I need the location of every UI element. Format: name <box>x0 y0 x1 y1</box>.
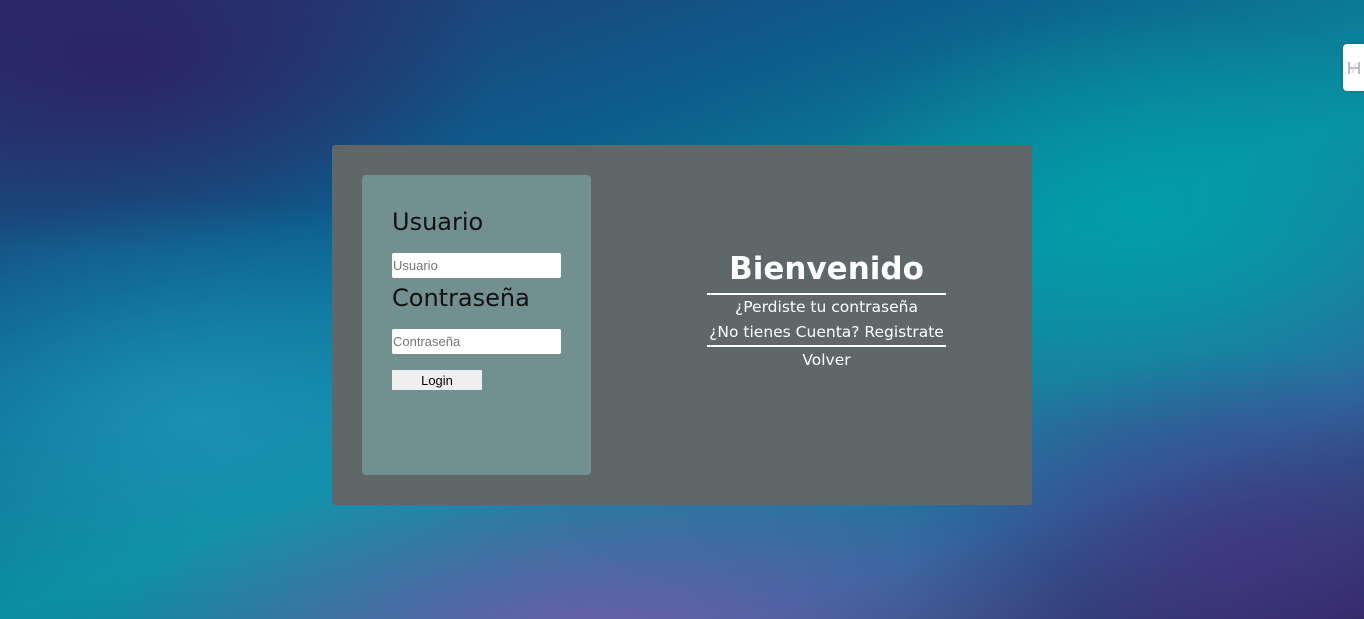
welcome-title: Bienvenido <box>729 251 924 287</box>
extension-side-tab[interactable] <box>1343 44 1364 91</box>
back-link[interactable]: Volver <box>707 347 946 373</box>
welcome-panel: Bienvenido ¿Perdiste tu contraseña ¿No t… <box>707 245 946 373</box>
password-label: Contraseña <box>392 284 530 312</box>
user-label: Usuario <box>392 208 484 236</box>
password-input[interactable] <box>392 329 561 354</box>
extension-tab-icon <box>1347 59 1361 77</box>
login-button[interactable]: Login <box>392 370 482 390</box>
forgot-password-link[interactable]: ¿Perdiste tu contraseña <box>707 295 946 320</box>
register-link[interactable]: ¿No tienes Cuenta? Registrate <box>707 320 946 345</box>
user-input[interactable] <box>392 253 561 278</box>
login-card: Usuario Contraseña Login Bienvenido ¿Per… <box>332 145 1032 505</box>
login-form: Usuario Contraseña Login <box>362 175 591 475</box>
